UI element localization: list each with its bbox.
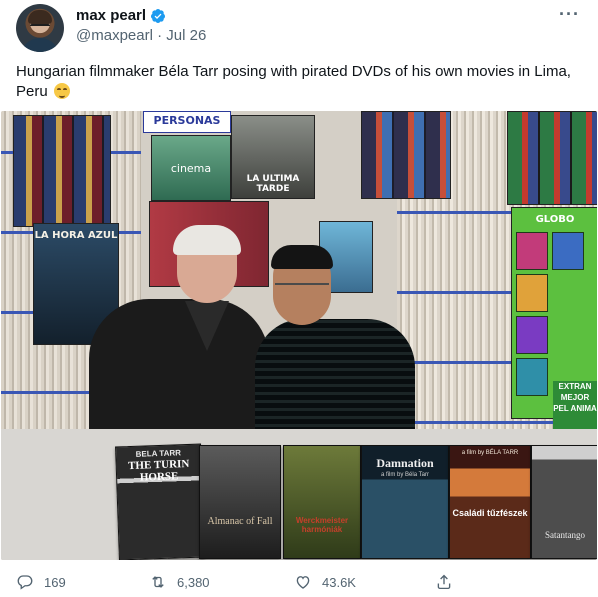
tweet-body: Hungarian filmmaker Béla Tarr posing wit… [16,63,571,100]
smiling-face-icon [53,83,70,99]
avatar-glasses [30,24,50,31]
separator-dot: · [157,27,167,44]
poster-thumb [516,232,548,270]
heart-icon [296,576,310,589]
dvd-title: Damnation [376,456,434,470]
avatar-shirt [20,38,60,52]
reply-button[interactable]: 169 [16,573,66,591]
poster-mejor: EXTRAN MEJOR PEL ANIMA [553,381,597,435]
like-button[interactable]: 43.6K [294,573,356,591]
dvd-damnation: Damnation a film by Béla Tarr [361,445,449,559]
dvd-subtitle: a film by Béla Tarr [381,472,429,478]
dvd-werckmeister: Werckmeister harmóniák [283,445,361,559]
share-icon [437,574,451,590]
like-count: 43.6K [322,574,356,590]
dvd-title: Satantango [545,530,585,540]
dvd-title: THE TURIN HORSE [127,457,190,484]
poster-grid-left [13,115,111,227]
tweet-photo[interactable]: LA HORA AZUL PERSONAS cinema LA ULTIMA T… [1,111,597,560]
poster-title: GLOBO [535,214,575,225]
retweet-button[interactable]: 6,380 [149,573,210,591]
poster-la-ultima-tarde: LA ULTIMA TARDE [231,115,315,199]
author-handle[interactable]: @maxpearl [76,27,153,44]
dvd-satantango: Satantango [531,445,597,559]
author-display-name[interactable]: max pearl [76,7,146,24]
author-handle-row: @maxpearl · Jul 26 [76,27,206,44]
poster-personas: PERSONAS [143,111,231,133]
verified-badge-icon [151,8,166,23]
poster-title: cinema [170,162,212,175]
retweet-icon [152,576,164,588]
reply-count: 169 [44,574,66,590]
poster-grid-center [361,111,451,199]
dvd-turin-horse: BELA TARR THE TURIN HORSE [115,443,205,560]
reply-icon [17,575,33,590]
poster-cinema: cinema [151,135,231,201]
dvd-csaladi-tuzfeszek: a film by BÉLA TARR Családi tűzfészek [449,445,531,559]
poster-title: LA ULTIMA TARDE [246,174,300,194]
tweet-date[interactable]: Jul 26 [166,27,206,44]
white-hair [173,225,241,255]
dvd-director: a film by BÉLA TARR [461,450,519,456]
poster-thumb [516,316,548,354]
tweet-action-bar: 169 6,380 43.6K [16,571,584,593]
poster-thumb [516,274,548,312]
tweet-text: Hungarian filmmaker Béla Tarr posing wit… [16,62,584,102]
black-hair [271,245,333,269]
poster-thumb [552,232,584,270]
poster-grid-right [507,111,597,205]
dvd-title: Werckmeister harmóniák [295,516,349,534]
retweet-count: 6,380 [177,574,210,590]
glasses [275,283,329,293]
avatar-hair [28,10,52,24]
dvd-title: Almanac of Fall [207,516,273,527]
dvd-title: Családi tűzfészek [452,508,528,518]
share-button[interactable] [435,573,453,591]
dvd-almanac-of-fall: Almanac of Fall [199,445,281,559]
avatar[interactable] [16,4,64,52]
more-options-button[interactable]: ··· [559,4,580,25]
poster-title: PERSONAS [153,114,221,127]
poster-thumb [516,358,548,396]
author-name-row: max pearl [76,7,166,24]
